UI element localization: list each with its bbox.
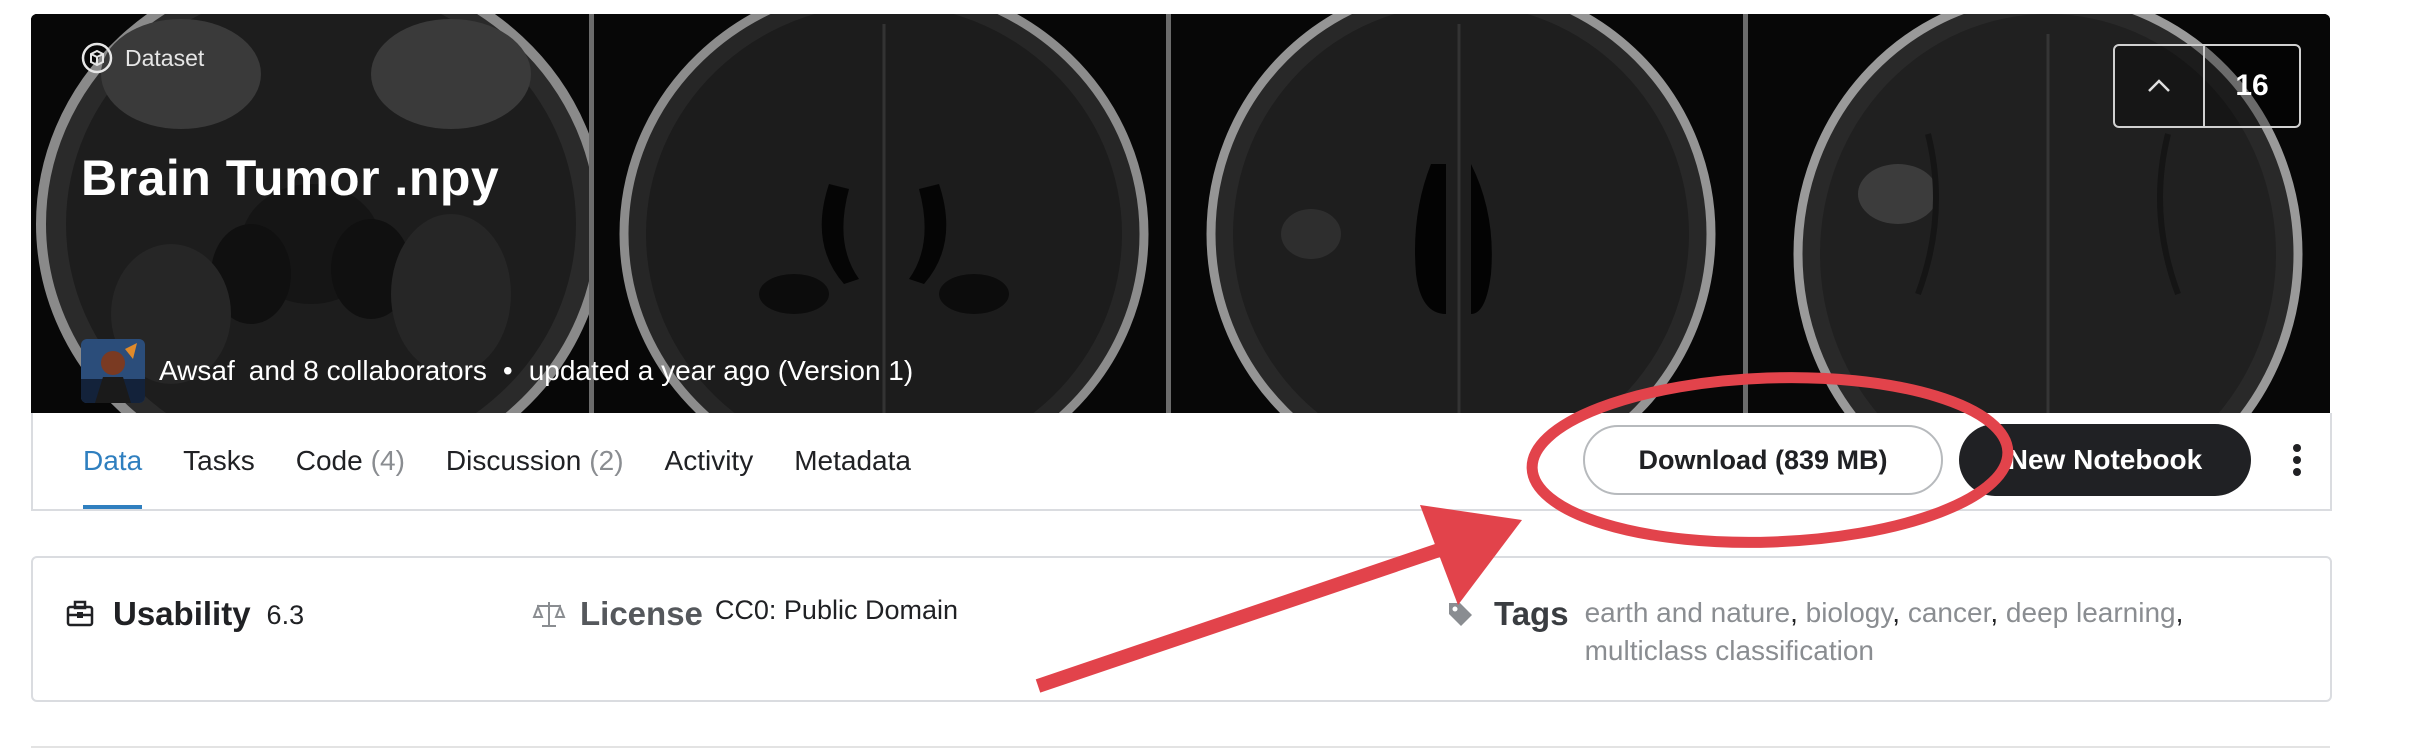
tab-count: (4) — [370, 445, 405, 476]
tab-label: Metadata — [794, 445, 911, 476]
dataset-type-label: Dataset — [125, 44, 205, 71]
usability-section: Usability 6.3 — [65, 594, 304, 636]
tags-section: Tags earth and nature, biology, cancer, … — [1446, 594, 2275, 670]
tab-label: Activity — [664, 445, 754, 476]
section-divider — [31, 746, 2330, 748]
dataset-title: Brain Tumor .npy — [81, 150, 500, 206]
more-options-button[interactable] — [2277, 435, 2317, 485]
tag-separator: , — [2175, 597, 2184, 628]
tag-chip[interactable]: multiclass classification — [1585, 635, 1874, 666]
author-avatar[interactable] — [81, 339, 145, 403]
download-button[interactable]: Download (839 MB) — [1583, 425, 1943, 495]
dataset-info-card: Usability 6.3 License CC0: Public Domain… — [31, 556, 2332, 702]
mri-scan-image-3 — [1171, 14, 1743, 413]
tag-separator: , — [1990, 597, 2006, 628]
upvote-count: 16 — [2235, 69, 2269, 102]
dataset-hero-banner: Dataset Brain Tumor .npy 16 Awsaf and 8 … — [31, 14, 2330, 413]
tag-separator: , — [1892, 597, 1908, 628]
dataset-byline: Awsaf and 8 collaborators • updated a ye… — [81, 339, 913, 403]
scale-icon — [532, 594, 568, 634]
tab-label: Discussion — [445, 445, 582, 476]
updated-info: updated a year ago (Version 1) — [528, 355, 914, 386]
tab-tasks[interactable]: Tasks — [183, 413, 255, 509]
tag-icon — [1446, 594, 1482, 634]
dataset-icon — [81, 42, 113, 74]
dataset-type-badge: Dataset — [81, 42, 204, 74]
usability-icon — [65, 594, 101, 634]
author-name[interactable]: Awsaf — [159, 355, 235, 387]
tab-code[interactable]: Code (4) — [296, 413, 405, 509]
usability-label: Usability — [113, 595, 251, 632]
byline-separator: • — [502, 355, 513, 386]
tab-metadata[interactable]: Metadata — [794, 413, 911, 509]
tag-separator: , — [1790, 597, 1806, 628]
collaborators-link[interactable]: and 8 collaborators — [249, 355, 487, 387]
tab-label: Tasks — [183, 445, 255, 476]
usability-value[interactable]: 6.3 — [267, 594, 305, 636]
tab-discussion[interactable]: Discussion (2) — [446, 413, 624, 509]
license-label: License — [580, 595, 703, 632]
dataset-tab-bar: Data Tasks Code (4) Discussion (2) Activit… — [31, 413, 2332, 511]
more-vert-icon — [2293, 444, 2301, 476]
tab-count: (2) — [589, 445, 624, 476]
tag-chip[interactable]: cancer — [1908, 597, 1991, 628]
license-section: License CC0: Public Domain — [532, 594, 958, 634]
tab-label: Code — [295, 445, 363, 476]
tag-list: earth and nature, biology, cancer, deep … — [1585, 594, 2275, 670]
tag-chip[interactable]: biology — [1806, 597, 1893, 628]
upvote-button[interactable] — [2115, 46, 2205, 126]
chevron-up-icon — [2148, 79, 2170, 92]
tab-activity[interactable]: Activity — [665, 413, 754, 509]
tab-data[interactable]: Data — [83, 413, 143, 509]
tab-label: Data — [83, 445, 143, 476]
tag-chip[interactable]: earth and nature — [1585, 597, 1791, 628]
new-notebook-button[interactable]: New Notebook — [1959, 424, 2251, 496]
upvote-widget: 16 — [2113, 44, 2301, 128]
license-value[interactable]: CC0: Public Domain — [715, 594, 958, 626]
tags-label: Tags — [1494, 595, 1569, 632]
tab-list: Data Tasks Code (4) Discussion (2) Activit… — [83, 413, 911, 509]
tag-chip[interactable]: deep learning — [2006, 597, 2176, 628]
